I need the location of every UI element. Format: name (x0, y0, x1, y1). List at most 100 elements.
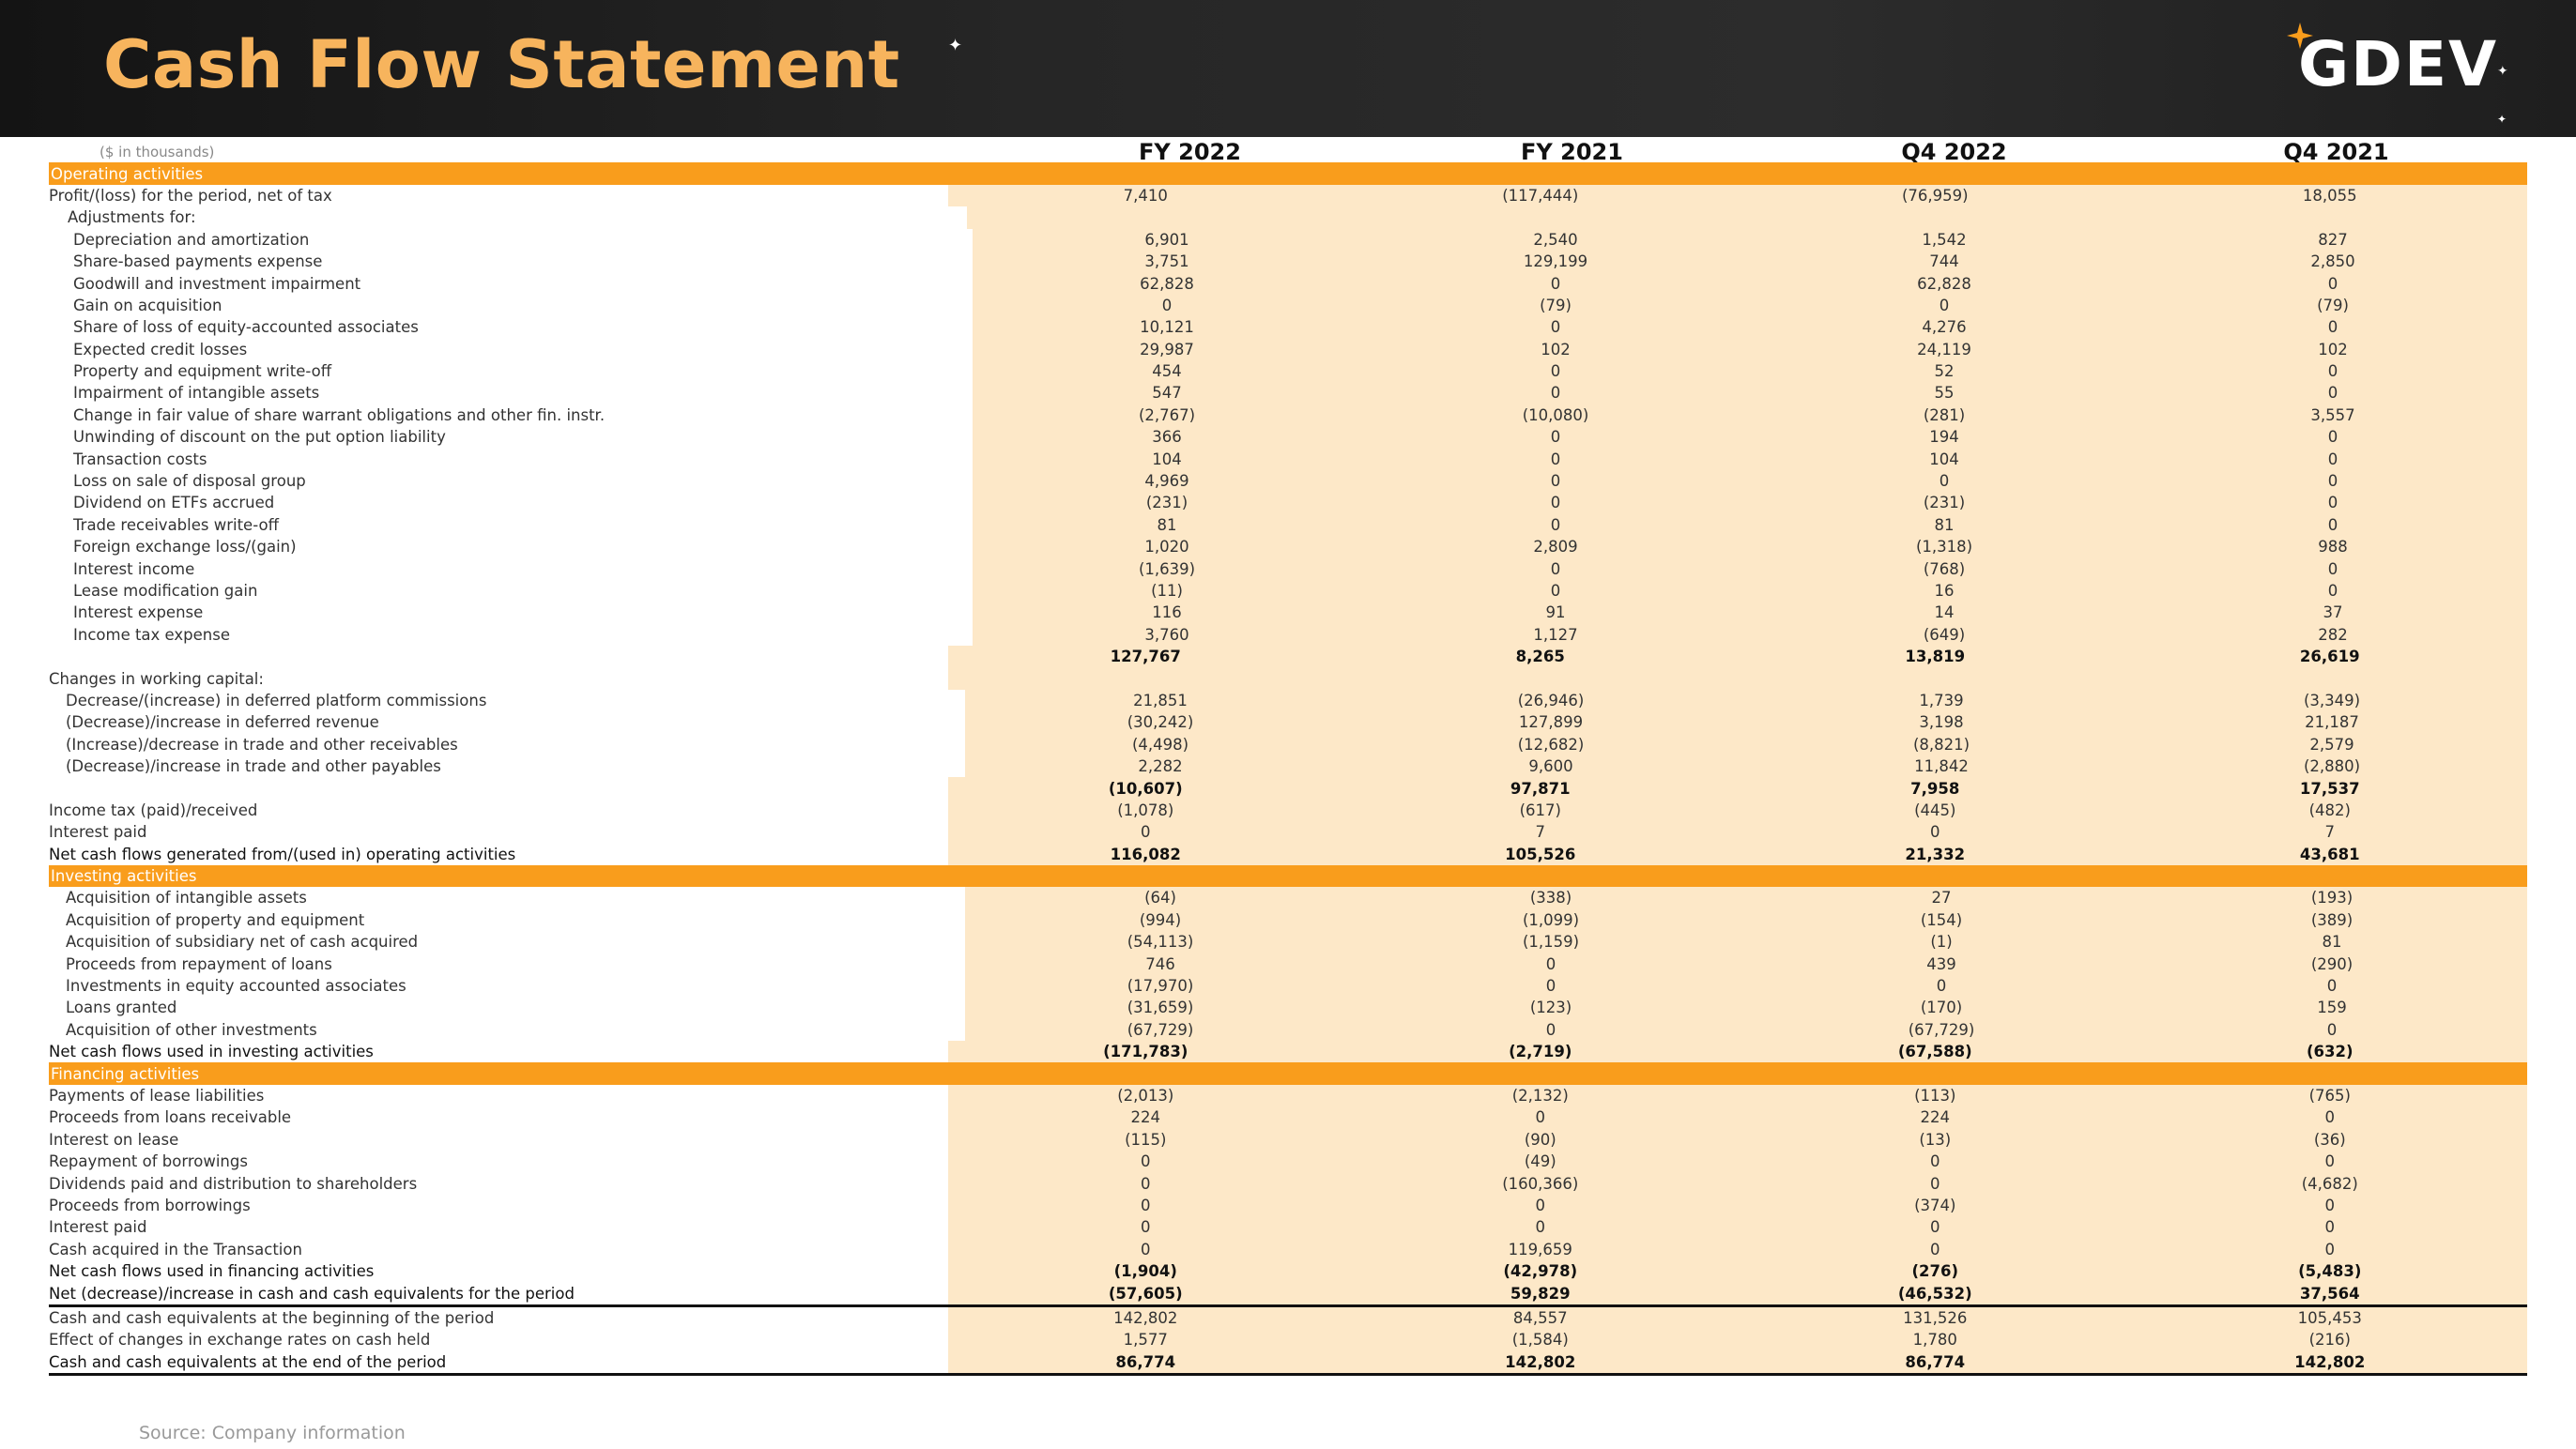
value-cell (1739, 1062, 2133, 1084)
value-cell: (4,682) (2301, 1174, 2358, 1193)
value-cell: (8,821) (1912, 735, 1970, 754)
value-cell: 0 (1141, 1240, 1151, 1258)
row-label: Goodwill and investment impairment (73, 274, 361, 293)
value-cell: (11) (1151, 582, 1183, 600)
value-cell: 4,969 (1144, 472, 1189, 491)
table-row: Transaction costs 104 0 104 0 (49, 448, 2527, 470)
value-cell: (54,113) (1127, 933, 1194, 952)
value-cell: 0 (1535, 1218, 1546, 1237)
row-label: (Increase)/decrease in trade and other r… (66, 735, 458, 754)
table-row: Dividends paid and distribution to share… (49, 1172, 2527, 1195)
header-banner: Cash Flow Statement GDEV ✦ ✦ ✦ (0, 0, 2576, 137)
row-label: Interest expense (73, 603, 204, 622)
table-row: Gain on acquisition 0 (79) 0 (79) (49, 294, 2527, 317)
table-row: Adjustments for: (49, 206, 2527, 229)
row-label: Interest on lease (49, 1130, 179, 1149)
value-cell: (30,242) (1127, 713, 1194, 732)
value-cell: 0 (2327, 428, 2338, 447)
value-cell (950, 162, 1344, 184)
value-cell: 3,198 (1919, 713, 1964, 732)
value-cell: (2,719) (1509, 1043, 1572, 1061)
value-cell: (482) (2308, 801, 2351, 819)
value-cell: 0 (2324, 1218, 2336, 1237)
value-cell (1344, 1062, 1739, 1084)
row-label: Net cash flows generated from/(used in) … (49, 845, 516, 863)
table-row: Interest expense 116 91 14 37 (49, 602, 2527, 624)
value-cell: 3,557 (2310, 405, 2355, 424)
value-cell: 0 (1535, 1108, 1546, 1127)
table-row: Interest paid 0 7 0 7 (49, 821, 2527, 844)
value-cell: 0 (1550, 515, 1561, 534)
value-cell: 366 (1152, 428, 1182, 447)
row-label: Change in fair value of share warrant ob… (73, 405, 606, 424)
value-cell: 104 (1929, 450, 1959, 468)
value-cell: 142,802 (1113, 1308, 1178, 1327)
row-label: Changes in working capital: (49, 669, 264, 688)
value-cell: 0 (1550, 494, 1561, 512)
value-cell: 0 (1550, 384, 1561, 403)
value-cell: 0 (1545, 954, 1556, 973)
row-label: Cash acquired in the Transaction (49, 1240, 302, 1258)
value-cell: 97,871 (1510, 779, 1571, 798)
value-cell: (2,880) (2303, 757, 2361, 776)
row-label: Lease modification gain (73, 582, 258, 600)
value-cell: (5,483) (2298, 1262, 2362, 1281)
value-cell (1739, 162, 2133, 184)
row-label: Interest income (73, 559, 195, 578)
value-cell: 0 (2324, 1108, 2336, 1127)
row-label: Foreign exchange loss/(gain) (73, 538, 297, 557)
value-cell: (231) (1923, 494, 1966, 512)
value-cell: 2,809 (1533, 538, 1578, 557)
value-cell: 0 (1545, 1020, 1556, 1039)
value-cell: (13) (1919, 1130, 1952, 1149)
value-cell: (2,132) (1511, 1086, 1569, 1105)
value-cell: (3,349) (2303, 691, 2361, 709)
value-cell: (67,588) (1897, 1043, 1972, 1061)
subtotal-row: (10,607) 97,871 7,958 17,537 (49, 777, 2527, 800)
value-cell (1344, 162, 1739, 184)
row-label: Property and equipment write-off (73, 362, 332, 381)
row-label: Acquisition of intangible assets (66, 889, 307, 908)
column-header: FY 2021 (1521, 138, 1623, 165)
value-cell: (123) (1529, 999, 1572, 1017)
value-cell: 0 (2326, 1020, 2338, 1039)
value-cell: (49) (1524, 1152, 1556, 1171)
value-cell: 127,899 (1518, 713, 1584, 732)
value-cell (950, 1062, 1344, 1084)
row-label: Investments in equity accounted associat… (66, 977, 406, 996)
value-cell: (1,159) (1522, 933, 1580, 952)
value-cell: (17,970) (1127, 977, 1194, 996)
source-note: Source: Company information (139, 1423, 406, 1443)
table-header-row: ($ in thousands) FY 2022 FY 2021 Q4 2022… (49, 138, 2527, 165)
value-cell: 0 (2327, 450, 2338, 468)
value-cell: 1,020 (1144, 538, 1189, 557)
page-title: Cash Flow Statement (103, 26, 900, 103)
value-cell: (632) (2306, 1043, 2354, 1061)
value-cell: 159 (2317, 999, 2347, 1017)
row-label: Income tax expense (73, 625, 231, 644)
table-row: Dividend on ETFs accrued (231) 0 (231) 0 (49, 492, 2527, 514)
total-row: Net (decrease)/increase in cash and cash… (49, 1282, 2527, 1307)
table-row: Cash and cash equivalents at the beginni… (49, 1306, 2527, 1330)
sparkle-icon: ✦ (2497, 113, 2507, 126)
row-label: Interest paid (49, 1218, 147, 1237)
row-label: Dividend on ETFs accrued (73, 494, 275, 512)
value-cell: 0 (2327, 582, 2338, 600)
value-cell: 0 (1141, 1174, 1151, 1193)
table-row: Trade receivables write-off 81 0 81 0 (49, 513, 2527, 537)
table-row: Expected credit losses 29,987 102 24,119 102 (49, 338, 2527, 360)
value-cell: 84,557 (1512, 1308, 1568, 1327)
total-row: Net cash flows used in investing activit… (49, 1041, 2527, 1063)
value-cell: 21,851 (1133, 691, 1188, 709)
table-row: Loss on sale of disposal group 4,969 0 0 0 (49, 469, 2527, 493)
value-cell: (10,080) (1522, 405, 1589, 424)
total-row: Net cash flows used in financing activit… (49, 1259, 2527, 1283)
value-cell: 13,819 (1905, 648, 1966, 666)
table-row: Acquisition of property and equipment (99… (49, 908, 2527, 932)
table-row: (Decrease)/increase in deferred revenue (… (49, 711, 2527, 734)
value-cell: 104 (1152, 450, 1182, 468)
table-row: Income tax (paid)/received (1,078) (617) (4… (49, 799, 2527, 822)
value-cell: (46,532) (1897, 1284, 1972, 1303)
row-label: Interest paid (49, 823, 147, 842)
value-cell: 17,537 (2299, 779, 2360, 798)
